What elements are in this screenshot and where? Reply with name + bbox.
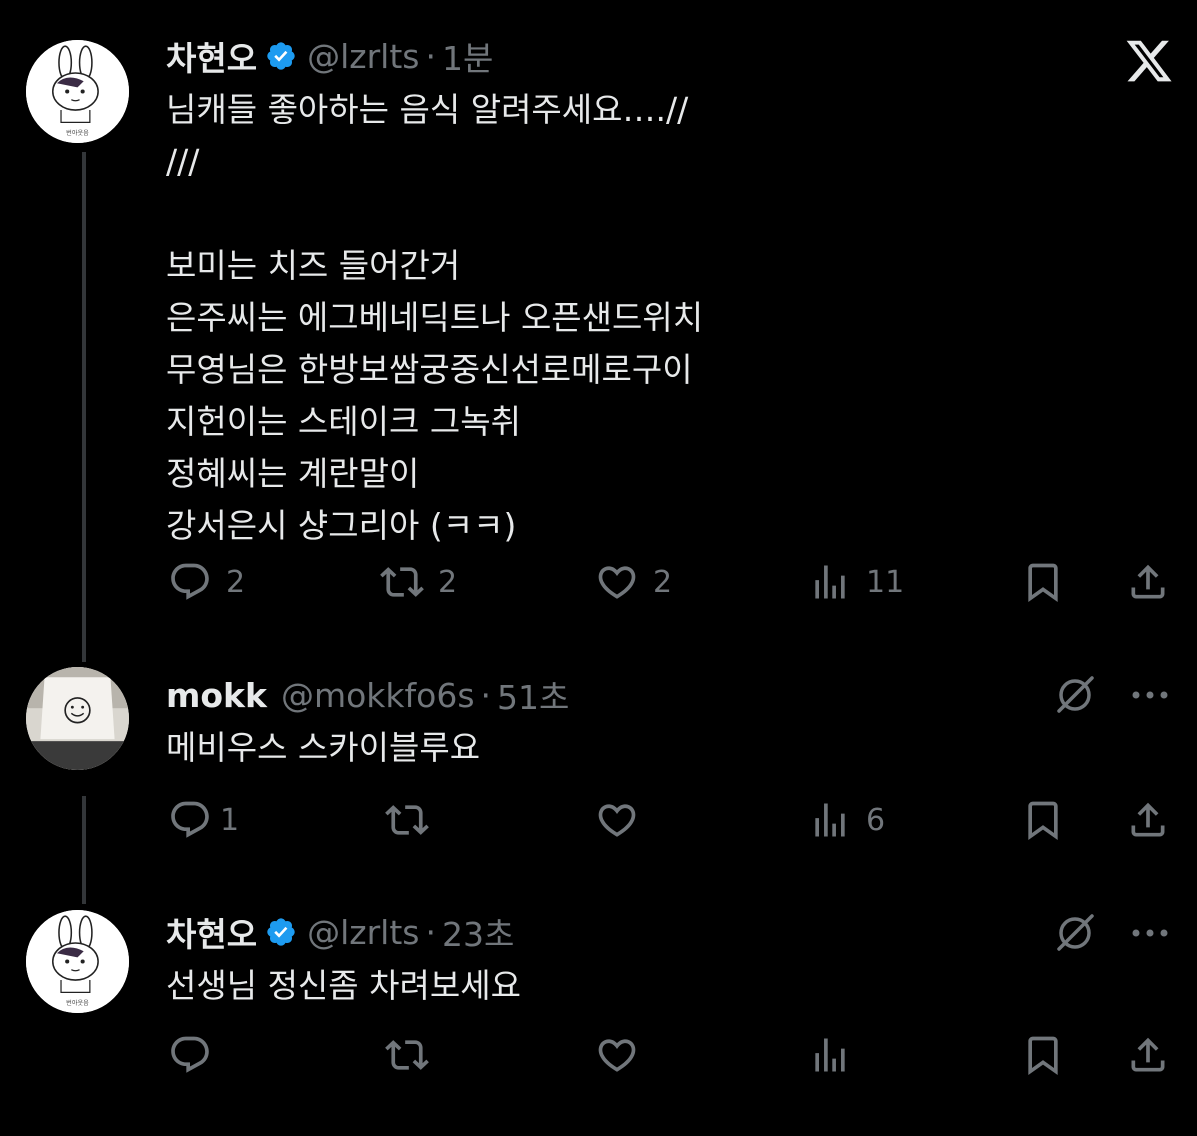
retweet-icon <box>380 567 424 597</box>
grok-icon[interactable] <box>1052 910 1098 956</box>
share-icon <box>1131 564 1165 599</box>
handle[interactable]: @lzrlts <box>307 37 419 76</box>
display-name[interactable]: 차현오 <box>166 32 257 80</box>
avatar-caption: 번아웃음 <box>66 999 89 1007</box>
retweet-button[interactable] <box>385 795 429 845</box>
reply-icon <box>171 563 209 600</box>
display-name[interactable]: 차현오 <box>166 908 257 956</box>
reply-button[interactable] <box>168 1030 212 1080</box>
retweet-count: 2 <box>438 564 458 600</box>
more-icon[interactable] <box>1128 923 1172 943</box>
avatar[interactable] <box>26 667 129 770</box>
tweet-header: mokk @mokkfo6s · 51초 <box>166 675 569 718</box>
verified-badge-icon <box>265 40 297 72</box>
handle[interactable]: @mokkfo6s <box>281 676 475 715</box>
bookmark-icon <box>1028 563 1058 603</box>
reply-button[interactable]: 2 <box>168 557 245 607</box>
views-button[interactable] <box>808 1030 852 1080</box>
bookmark-icon <box>1028 801 1058 841</box>
tweet-header: 차현오 @lzrlts · 1분 <box>166 36 493 79</box>
bookmark-icon <box>1028 1036 1058 1076</box>
tweet-actions: 1 6 <box>0 795 1197 845</box>
tweet-menu <box>1052 672 1172 718</box>
tweet-actions <box>0 1030 1197 1080</box>
share-icon <box>1131 1037 1165 1072</box>
bookmark-button[interactable] <box>1021 795 1065 845</box>
retweet-button[interactable]: 2 <box>380 557 457 607</box>
reply-count: 1 <box>220 802 240 838</box>
retweet-icon <box>385 1040 429 1070</box>
timestamp[interactable]: 51초 <box>497 671 569 719</box>
views-count: 11 <box>866 564 905 600</box>
views-icon <box>815 803 845 837</box>
like-count: 2 <box>653 564 673 600</box>
share-button[interactable] <box>1126 1030 1170 1080</box>
like-button[interactable] <box>595 795 639 845</box>
heart-icon <box>598 1039 636 1072</box>
share-icon <box>1131 802 1165 837</box>
share-button[interactable] <box>1126 557 1170 607</box>
handle[interactable]: @lzrlts <box>307 913 419 952</box>
heart-icon <box>598 566 636 599</box>
views-icon <box>815 565 845 599</box>
views-button[interactable]: 6 <box>808 795 885 845</box>
views-icon <box>815 1038 845 1072</box>
heart-icon <box>598 804 636 837</box>
retweet-button[interactable] <box>385 1030 429 1080</box>
tweet-text: 선생님 정신좀 차려보세요 <box>166 966 521 1005</box>
bookmark-button[interactable] <box>1021 1030 1065 1080</box>
views-button[interactable]: 11 <box>808 557 904 607</box>
share-button[interactable] <box>1126 795 1170 845</box>
more-icon[interactable] <box>1128 685 1172 705</box>
display-name[interactable]: mokk <box>166 676 267 715</box>
views-count: 6 <box>866 802 886 838</box>
reply-icon <box>171 1036 209 1073</box>
grok-icon[interactable] <box>1052 672 1098 718</box>
like-button[interactable]: 2 <box>595 557 672 607</box>
reply-button[interactable]: 1 <box>168 795 239 845</box>
tweet-menu <box>1052 910 1172 956</box>
timestamp[interactable]: 1분 <box>442 32 493 80</box>
avatar[interactable]: 번아웃음 <box>26 40 129 143</box>
tweet-header: 차현오 @lzrlts · 23초 <box>166 912 514 955</box>
retweet-icon <box>385 805 429 835</box>
reply-icon <box>171 801 209 838</box>
avatar[interactable]: 번아웃음 <box>26 910 129 1013</box>
like-button[interactable] <box>595 1030 639 1080</box>
x-logo-icon[interactable] <box>1124 36 1174 86</box>
avatar-caption: 번아웃음 <box>66 129 89 137</box>
bookmark-button[interactable] <box>1021 557 1065 607</box>
verified-badge-icon <box>265 916 297 948</box>
tweet-text: 메비우스 스카이블루요 <box>166 728 481 767</box>
tweet-text: 님캐들 좋아하는 음식 알려주세요….// /// 보미는 치즈 들어간거 은주… <box>166 90 704 545</box>
reply-count: 2 <box>226 564 246 600</box>
tweet-actions: 2 2 2 11 <box>0 557 1197 607</box>
timestamp[interactable]: 23초 <box>442 908 514 956</box>
